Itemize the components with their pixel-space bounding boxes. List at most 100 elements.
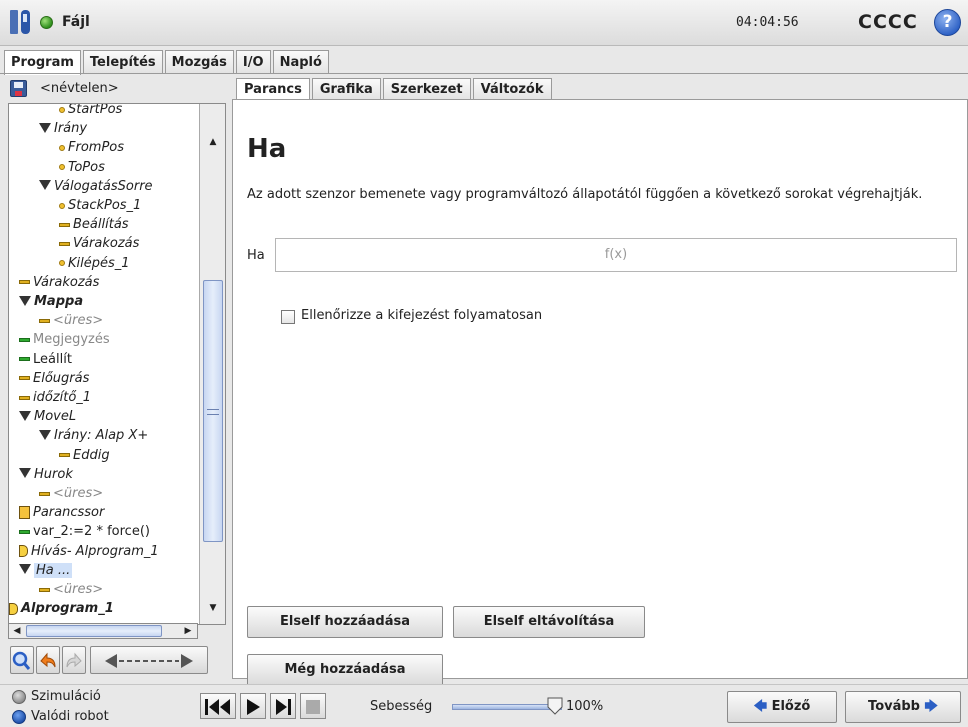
previous-label: Előző [771, 699, 811, 714]
previous-button[interactable]: 🡄 Előző [727, 691, 837, 723]
tree-node[interactable]: var_2:=2 * force() [19, 522, 150, 541]
tree-node-label: Irány: Alap X+ [54, 428, 149, 444]
horizontal-scroll-thumb[interactable] [26, 625, 162, 637]
rewind-icon [205, 699, 230, 715]
add-else-button[interactable]: Még hozzáadása [247, 654, 443, 686]
tree-node[interactable]: <üres> [39, 580, 103, 599]
tree-node[interactable]: Leállít [19, 350, 72, 369]
tree-node[interactable]: Várakozás [19, 273, 99, 292]
file-status-icon[interactable] [40, 16, 53, 29]
tab-structure[interactable]: Szerkezet [382, 78, 471, 100]
tree-node[interactable]: Előugrás [19, 369, 89, 388]
tab-io[interactable]: I/O [235, 50, 271, 74]
tab-log[interactable]: Napló [272, 50, 329, 74]
tree-node[interactable]: ToPos [59, 158, 105, 177]
tree-node[interactable]: Beállítás [59, 215, 129, 234]
tree-node[interactable]: Kilépés_1 [59, 254, 130, 273]
tree-node[interactable]: Parancssor [19, 503, 104, 522]
real-robot-radio[interactable] [12, 709, 26, 724]
subprogram-icon [9, 602, 18, 615]
tree-horizontal-scrollbar[interactable]: ◀ ▶ [8, 623, 198, 639]
tree-node[interactable]: Hívás- Alprogram_1 [19, 542, 159, 561]
tree-node[interactable]: Irány: Alap X+ [39, 426, 148, 445]
waypoint-icon [59, 202, 65, 209]
scroll-thumb[interactable] [203, 280, 223, 542]
tree-node-label: Irány [54, 121, 88, 137]
search-button[interactable] [10, 646, 34, 674]
waypoint-icon [59, 260, 65, 267]
tree-node[interactable]: Alprogram_1 [9, 599, 114, 618]
tree-node-label: FromPos [68, 140, 125, 156]
tab-variables[interactable]: Változók [472, 78, 552, 100]
step-button[interactable] [270, 693, 296, 719]
program-tree[interactable]: StartPos Irány FromPos ToPos VálogatásSorre S… [8, 103, 226, 625]
tree-node[interactable]: Mappa [19, 292, 83, 311]
tree-node-label: StackPos_1 [68, 198, 142, 213]
tree-node[interactable]: Ha ... [19, 561, 73, 580]
tab-installation[interactable]: Telepítés [82, 50, 163, 74]
ur-logo-icon [10, 10, 30, 34]
tree-vertical-scrollbar[interactable]: ▲ ▼ [199, 104, 225, 624]
tree-node[interactable]: Hurok [19, 465, 73, 484]
tree-node[interactable]: időzítő_1 [19, 388, 91, 407]
program-tree-pane: <névtelen> StartPos Irány FromPos ToPos Válo… [8, 78, 226, 678]
speed-slider-knob[interactable] [547, 697, 563, 715]
help-icon[interactable]: ? [934, 9, 961, 36]
undo-arrow-icon [40, 652, 56, 668]
remove-elseif-button[interactable]: Elself eltávolítása [453, 606, 645, 638]
redo-button[interactable] [62, 646, 86, 674]
scroll-right-icon[interactable]: ▶ [181, 624, 195, 638]
speed-slider[interactable] [452, 704, 562, 710]
tab-program[interactable]: Program [4, 50, 81, 75]
tree-node-label: ToPos [68, 159, 105, 175]
command-icon [19, 529, 30, 534]
tree-node-label: Parancssor [33, 505, 105, 521]
tab-command[interactable]: Parancs [236, 78, 310, 100]
undo-button[interactable] [36, 646, 60, 674]
file-menu[interactable]: Fájl [62, 14, 90, 30]
tree-node[interactable]: VálogatásSorre [39, 177, 153, 196]
expand-triangle-icon [19, 295, 31, 306]
play-button[interactable] [240, 693, 266, 719]
tree-node-label: <üres> [53, 313, 104, 329]
tree-node[interactable]: Eddig [59, 446, 110, 465]
title-bar: Fájl 04:04:56 CCCC ? [0, 0, 968, 46]
program-name: <névtelen> [40, 81, 119, 96]
real-robot-option[interactable]: Valódi robot [12, 709, 109, 724]
speed-label: Sebesség [370, 699, 433, 714]
rewind-button[interactable] [200, 693, 236, 719]
next-button[interactable]: Tovább 🡆 [845, 691, 961, 723]
simulation-option[interactable]: Szimuláció [12, 689, 101, 704]
continuous-check-checkbox[interactable] [281, 310, 295, 324]
command-icon [19, 395, 30, 400]
waypoint-icon [59, 106, 65, 113]
save-icon[interactable] [10, 80, 27, 97]
tree-node-label: Eddig [73, 447, 110, 463]
tree-node[interactable]: Várakozás [59, 234, 139, 253]
stop-button[interactable] [300, 693, 326, 719]
add-elseif-button[interactable]: Elself hozzáadása [247, 606, 443, 638]
tree-node-label: Hívás- Alprogram_1 [31, 543, 159, 559]
scroll-left-icon[interactable]: ◀ [10, 624, 24, 638]
magnifier-icon [12, 651, 31, 670]
tree-node[interactable]: Megjegyzés [19, 330, 110, 349]
tree-node-label: MoveL [34, 409, 77, 425]
simulation-radio[interactable] [12, 689, 26, 704]
expression-input[interactable]: f(x) [275, 238, 957, 272]
tab-graphics[interactable]: Grafika [311, 78, 381, 100]
tree-node[interactable]: StackPos_1 [59, 196, 141, 215]
program-header: <névtelen> [8, 78, 226, 100]
tree-node[interactable]: MoveL [19, 407, 76, 426]
tree-node-label: Beállítás [73, 217, 129, 233]
tree-node[interactable]: <üres> [39, 311, 103, 330]
scroll-up-icon[interactable]: ▲ [203, 134, 223, 150]
scroll-down-icon[interactable]: ▼ [203, 600, 223, 616]
tab-move[interactable]: Mozgás [164, 50, 234, 74]
move-node-button[interactable] [90, 646, 208, 674]
continuous-check-label[interactable]: Ellenőrizze a kifejezést folyamatosan [301, 308, 542, 323]
tree-node[interactable]: <üres> [39, 484, 103, 503]
tree-node[interactable]: Irány [39, 119, 87, 138]
tree-node[interactable]: FromPos [59, 138, 124, 157]
tree-node-label: időzítő_1 [33, 390, 92, 405]
tree-node[interactable]: StartPos [59, 104, 122, 119]
